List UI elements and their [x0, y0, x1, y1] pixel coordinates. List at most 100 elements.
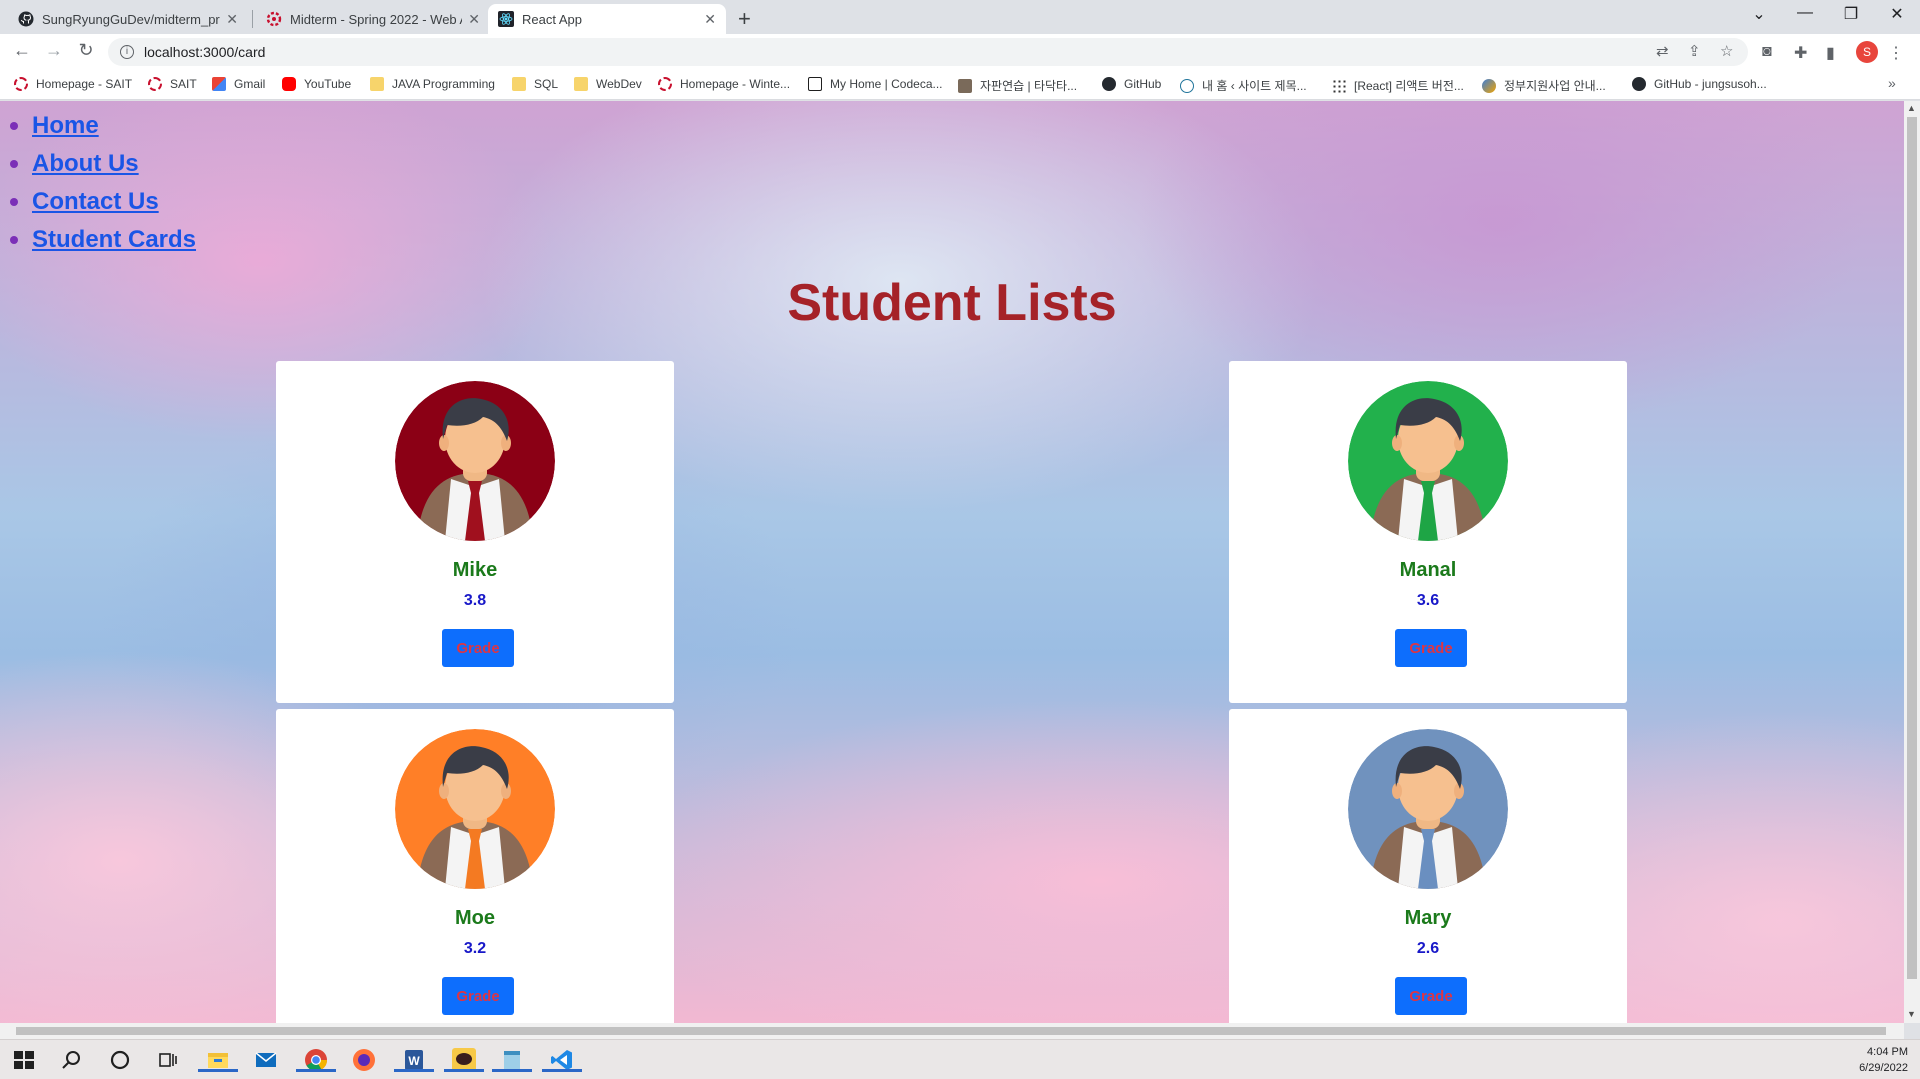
tab-search-icon[interactable]: ⌄	[1736, 4, 1782, 24]
chrome-icon[interactable]	[296, 1048, 336, 1072]
bookmark-item[interactable]: WebDev	[574, 77, 642, 91]
firefox-icon[interactable]	[352, 1048, 376, 1072]
bookmark-item[interactable]: SAIT	[148, 77, 197, 91]
close-icon[interactable]: ✕	[704, 11, 716, 28]
menu-icon[interactable]: ⋮	[1888, 43, 1904, 63]
grade-button[interactable]: Grade	[442, 977, 514, 1015]
close-window-button[interactable]: ✕	[1874, 4, 1920, 24]
page-viewport: Home About Us Contact Us Student Cards S…	[0, 101, 1904, 1023]
camera-icon[interactable]: ◙	[1762, 43, 1772, 61]
nav-link-about[interactable]: About Us	[32, 150, 139, 178]
grade-button[interactable]: Grade	[1395, 629, 1467, 667]
react-icon	[498, 11, 514, 27]
active-indicator	[296, 1069, 336, 1072]
task-view-icon[interactable]	[156, 1048, 180, 1072]
search-icon[interactable]	[60, 1048, 84, 1072]
reload-icon[interactable]: ↻	[74, 40, 98, 61]
notepad-icon[interactable]	[492, 1048, 532, 1072]
nav-item-contact: Contact Us	[10, 183, 196, 221]
bookmark-item[interactable]: 정부지원사업 안내...	[1482, 77, 1606, 94]
system-clock[interactable]: 4:04 PM 6/29/2022	[1838, 1044, 1908, 1076]
more-bookmarks-icon[interactable]: »	[1888, 75, 1896, 91]
new-tab-button[interactable]: +	[738, 6, 751, 32]
profile-avatar[interactable]: S	[1856, 41, 1878, 63]
file-explorer-icon[interactable]	[198, 1048, 238, 1072]
tab-midterm[interactable]: Midterm - Spring 2022 - Web Ap ✕	[256, 4, 490, 34]
windows-start-icon[interactable]	[12, 1048, 36, 1072]
gov-icon	[1482, 78, 1496, 93]
dots-icon	[1332, 78, 1346, 93]
scroll-down-icon[interactable]: ▼	[1907, 1009, 1916, 1019]
wordpress-icon	[1180, 78, 1194, 93]
minimize-button[interactable]: —	[1782, 4, 1828, 22]
active-indicator	[444, 1069, 484, 1072]
bookmark-star-icon[interactable]: ☆	[1720, 42, 1733, 60]
github-icon	[1632, 77, 1646, 91]
student-card: Manal 3.6 Grade	[1229, 361, 1627, 703]
github-icon	[1102, 77, 1116, 91]
scrollbar-thumb[interactable]	[16, 1027, 1886, 1035]
student-gpa: 3.6	[1416, 592, 1440, 609]
tab-strip: SungRyungGuDev/midterm_proj ✕ Midterm - …	[0, 0, 1920, 34]
close-icon[interactable]: ✕	[226, 11, 238, 28]
address-bar[interactable]: i localhost:3000/card	[108, 38, 1748, 66]
student-name: Moe	[455, 907, 495, 929]
bookmark-item[interactable]: GitHub	[1102, 77, 1161, 91]
back-icon[interactable]: ←	[10, 40, 34, 61]
active-indicator	[542, 1069, 582, 1072]
nav-item-student-cards: Student Cards	[10, 221, 196, 259]
word-icon[interactable]: W	[394, 1048, 434, 1072]
close-icon[interactable]: ✕	[468, 11, 480, 28]
vertical-scrollbar[interactable]: ▲ ▼	[1904, 101, 1920, 1023]
bookmark-item[interactable]: 자판연습 | 타닥타...	[958, 77, 1077, 94]
forward-icon[interactable]: →	[42, 40, 66, 61]
sait-icon	[266, 11, 282, 27]
tab-react-app[interactable]: React App ✕	[488, 4, 726, 34]
share-icon[interactable]: ⇪	[1688, 42, 1701, 60]
cortana-icon[interactable]	[108, 1048, 132, 1072]
bookmark-item[interactable]: JAVA Programming	[370, 77, 495, 91]
gmail-icon	[212, 77, 226, 91]
bookmark-item[interactable]: Homepage - Winte...	[658, 77, 790, 91]
bookmark-item[interactable]: 내 홈 ‹ 사이트 제목...	[1180, 77, 1307, 94]
bullet	[10, 236, 18, 244]
nav-link-student-cards[interactable]: Student Cards	[32, 226, 196, 254]
site-nav: Home About Us Contact Us Student Cards	[10, 107, 196, 259]
bookmark-item[interactable]: [React] 리액트 버전...	[1332, 77, 1464, 94]
extensions-icon[interactable]: ✚	[1794, 43, 1807, 63]
restore-button[interactable]: ❐	[1828, 4, 1874, 24]
grade-button[interactable]: Grade	[442, 629, 514, 667]
tab-github[interactable]: SungRyungGuDev/midterm_proj ✕	[8, 4, 248, 34]
nav-link-contact[interactable]: Contact Us	[32, 188, 159, 216]
bookmark-item[interactable]: GitHub - jungsusoh...	[1632, 77, 1767, 91]
page-title: Student Lists	[787, 274, 1117, 332]
github-icon	[18, 11, 34, 27]
active-indicator	[394, 1069, 434, 1072]
side-panel-icon[interactable]: ▮	[1826, 43, 1835, 63]
mail-icon[interactable]	[254, 1048, 278, 1072]
bookmark-item[interactable]: SQL	[512, 77, 558, 91]
scroll-up-icon[interactable]: ▲	[1907, 103, 1916, 113]
folder-icon	[512, 77, 526, 91]
vscode-icon[interactable]	[542, 1048, 582, 1072]
translate-icon[interactable]: ⇄	[1656, 42, 1669, 60]
active-indicator	[492, 1069, 532, 1072]
kakaotalk-icon[interactable]	[444, 1048, 484, 1072]
bookmark-item[interactable]: My Home | Codeca...	[808, 77, 943, 91]
student-name: Mike	[452, 559, 498, 581]
scrollbar-thumb[interactable]	[1907, 117, 1917, 979]
clock-time: 4:04 PM	[1867, 1046, 1908, 1058]
student-card: Moe 3.2 Grade	[276, 709, 674, 1023]
student-avatar-icon	[1348, 729, 1508, 889]
horizontal-scrollbar[interactable]	[0, 1023, 1904, 1039]
nav-link-home[interactable]: Home	[32, 112, 99, 140]
bookmark-item[interactable]: Gmail	[212, 77, 265, 91]
bullet	[10, 198, 18, 206]
tab-title: Midterm - Spring 2022 - Web Ap	[290, 11, 463, 27]
site-info-icon[interactable]: i	[120, 45, 134, 59]
grade-button[interactable]: Grade	[1395, 977, 1467, 1015]
codecademy-icon	[808, 77, 822, 91]
bookmark-item[interactable]: YouTube	[282, 77, 351, 91]
bookmark-item[interactable]: Homepage - SAIT	[14, 77, 132, 91]
student-gpa: 3.8	[463, 592, 487, 609]
